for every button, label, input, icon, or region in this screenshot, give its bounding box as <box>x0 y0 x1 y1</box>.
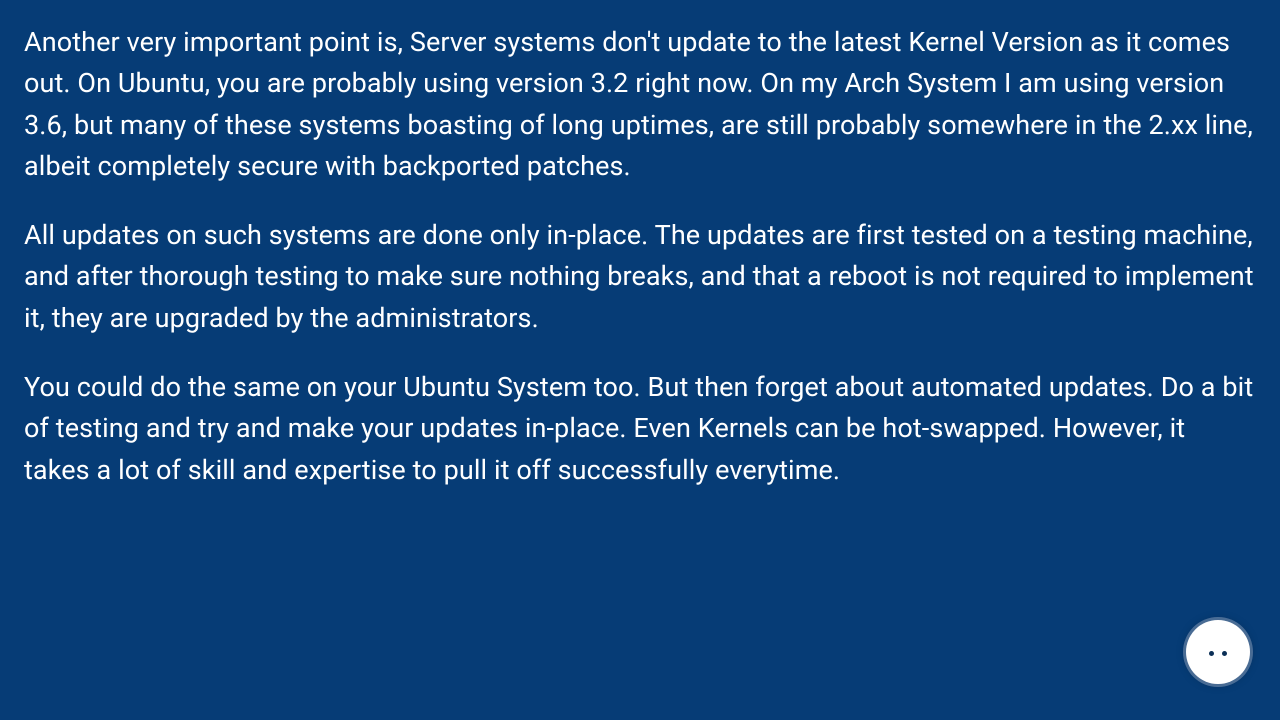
paragraph-3: You could do the same on your Ubuntu Sys… <box>24 367 1256 491</box>
document-page: Another very important point is, Server … <box>0 0 1280 720</box>
paragraph-2: All updates on such systems are done onl… <box>24 215 1256 339</box>
paragraph-1: Another very important point is, Server … <box>24 22 1256 187</box>
assistant-avatar[interactable] <box>1186 620 1250 684</box>
avatar-face-icon <box>1207 651 1229 659</box>
